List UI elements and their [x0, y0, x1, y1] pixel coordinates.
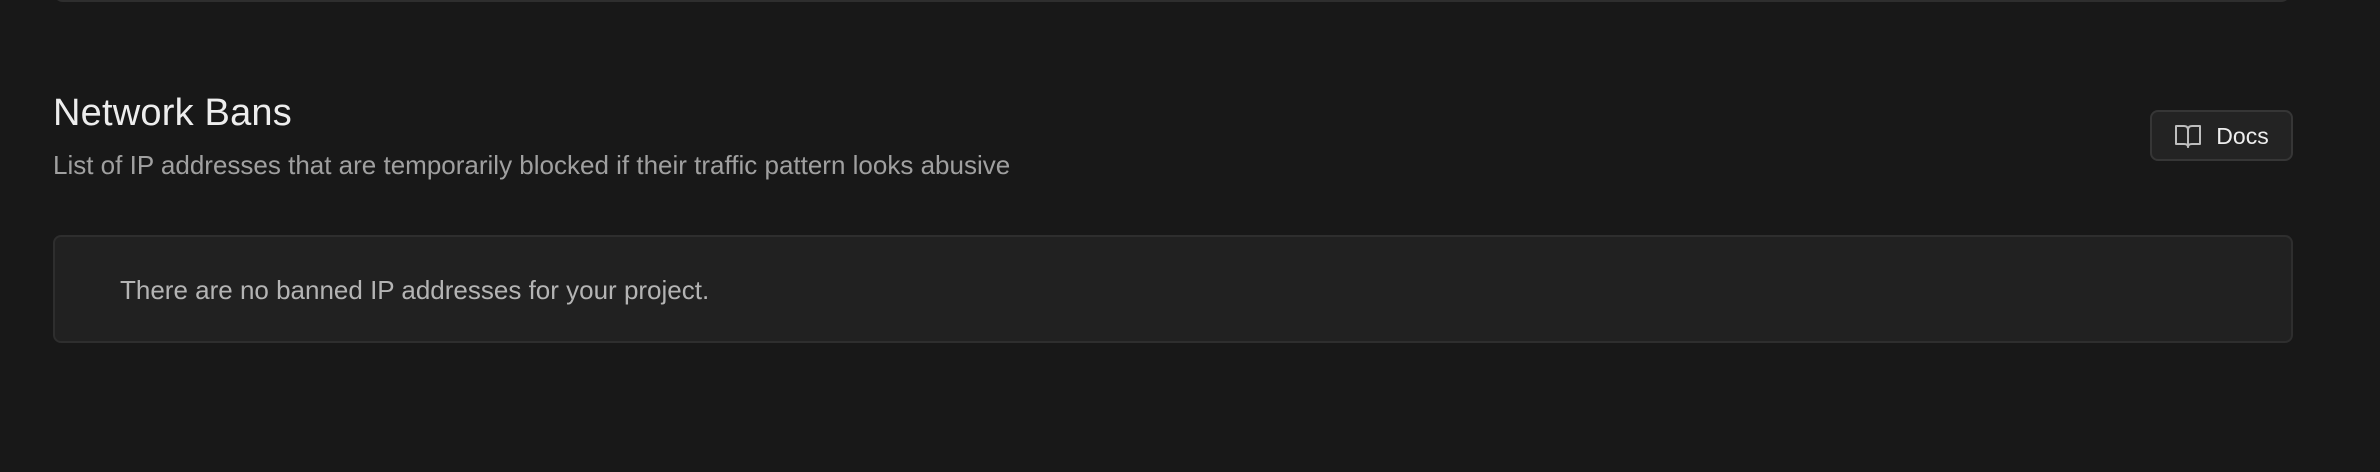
section-header: Network Bans List of IP addresses that a… — [53, 88, 2293, 188]
empty-state-message: There are no banned IP addresses for you… — [120, 275, 710, 305]
docs-button[interactable]: Docs — [2150, 110, 2293, 161]
network-bans-page: Network Bans List of IP addresses that a… — [0, 0, 2380, 472]
previous-section-card — [53, 0, 2291, 2]
section-title: Network Bans — [53, 92, 292, 134]
docs-button-label: Docs — [2216, 122, 2269, 149]
book-open-icon — [2174, 122, 2202, 150]
banned-ips-empty-panel: There are no banned IP addresses for you… — [53, 235, 2293, 343]
section-description: List of IP addresses that are temporaril… — [53, 150, 1011, 180]
